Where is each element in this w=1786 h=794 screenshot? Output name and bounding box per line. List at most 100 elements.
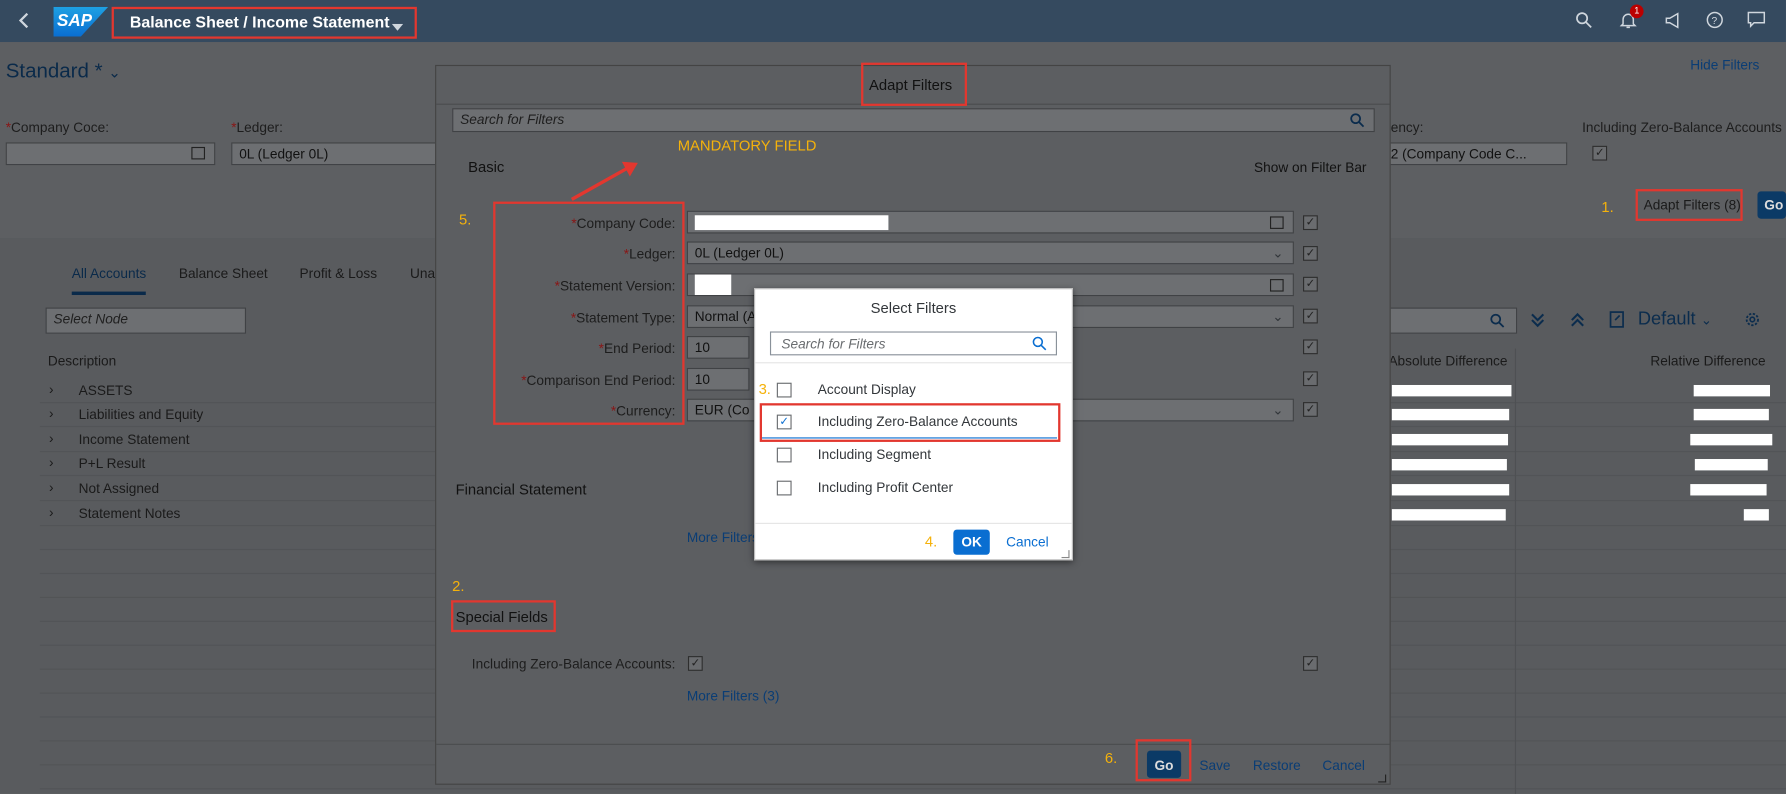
zero-balance-label: Including Zero-Balance Accounts bbox=[1582, 119, 1782, 136]
megaphone-icon[interactable] bbox=[1664, 11, 1682, 29]
zero-balance-field-label: Including Zero-Balance Accounts: bbox=[471, 656, 676, 673]
redacted-value bbox=[1391, 408, 1510, 421]
zero-balance-field-checkbox[interactable]: ✓ bbox=[687, 656, 703, 671]
chevron-right-icon[interactable]: › bbox=[49, 431, 54, 447]
chevron-down-icon[interactable]: ⌄ bbox=[1272, 309, 1283, 325]
show-on-bar-checkbox[interactable]: ✓ bbox=[1303, 308, 1318, 324]
chevron-down-icon[interactable]: ⌄ bbox=[1272, 402, 1283, 418]
layout-icon[interactable] bbox=[1609, 311, 1626, 334]
end-period-label: *End Period: bbox=[598, 340, 676, 357]
filter-option-segment[interactable]: Including Segment bbox=[754, 439, 1073, 471]
select-node-dropdown[interactable]: Select Node bbox=[45, 307, 247, 334]
show-on-bar-checkbox[interactable]: ✓ bbox=[1303, 246, 1318, 261]
zero-balance-checkbox[interactable]: ✓ bbox=[1592, 145, 1608, 161]
chevron-down-icon[interactable]: ⌄ bbox=[1272, 245, 1283, 261]
dialog-save-button[interactable]: Save bbox=[1199, 757, 1230, 773]
dialog-restore-button[interactable]: Restore bbox=[1253, 757, 1301, 773]
comparison-end-period-label: *Comparison End Period: bbox=[521, 372, 676, 389]
column-description[interactable]: Description bbox=[48, 353, 116, 369]
ledger-label-text: Ledger: bbox=[236, 119, 283, 136]
more-filters-special-link[interactable]: More Filters (3) bbox=[687, 688, 780, 704]
dialog-go-button[interactable]: Go bbox=[1146, 750, 1182, 778]
back-icon[interactable] bbox=[16, 11, 32, 29]
tab-unassigned[interactable]: Una bbox=[410, 256, 435, 295]
statement-type-label: *Statement Type: bbox=[570, 309, 676, 326]
collapse-all-icon[interactable] bbox=[1570, 312, 1586, 334]
zero-balance-option-box bbox=[759, 403, 1061, 442]
filter-option-profit-center[interactable]: Including Profit Center bbox=[754, 472, 1073, 504]
comparison-end-period-label-text: Comparison End Period: bbox=[526, 372, 676, 389]
select-filters-search[interactable]: Search for Filters bbox=[769, 331, 1057, 356]
row-label: P+L Result bbox=[78, 455, 146, 472]
chevron-right-icon[interactable]: › bbox=[49, 505, 54, 521]
redacted-value bbox=[1690, 433, 1773, 446]
ledger-field[interactable]: 0L (Ledger 0L) bbox=[686, 241, 1294, 265]
dialog-search-input[interactable]: Search for Filters bbox=[452, 108, 1375, 133]
search-icon[interactable] bbox=[1350, 113, 1365, 134]
dialog-footer-divider bbox=[436, 743, 1390, 745]
settings-gear-icon[interactable] bbox=[1744, 311, 1761, 334]
filter-option-label: Including Segment bbox=[817, 446, 932, 463]
filter-option-account-display[interactable]: Account Display bbox=[754, 374, 1073, 406]
expand-all-icon[interactable] bbox=[1530, 312, 1546, 334]
show-on-bar-checkbox[interactable]: ✓ bbox=[1303, 371, 1318, 387]
value-help-icon[interactable] bbox=[1269, 279, 1284, 292]
tab-all-accounts[interactable]: All Accounts bbox=[71, 256, 147, 296]
sap-logo[interactable]: SAP bbox=[53, 6, 109, 37]
search-icon[interactable] bbox=[1032, 336, 1047, 357]
filter-option-checkbox[interactable] bbox=[776, 382, 792, 398]
filter-option-checkbox[interactable] bbox=[776, 447, 792, 463]
end-period-field[interactable]: 10 bbox=[686, 336, 750, 359]
chevron-right-icon[interactable]: › bbox=[49, 454, 54, 470]
show-on-bar-checkbox[interactable]: ✓ bbox=[1303, 656, 1318, 671]
value-help-icon[interactable] bbox=[1269, 216, 1284, 229]
show-on-bar-checkbox[interactable]: ✓ bbox=[1303, 215, 1318, 231]
select-ok-button[interactable]: OK bbox=[953, 529, 990, 555]
default-view-selector[interactable]: Default ⌄ bbox=[1638, 310, 1712, 331]
hide-filters-link[interactable]: Hide Filters bbox=[1690, 57, 1759, 73]
more-filters-link[interactable]: More Filters bbox=[687, 530, 759, 546]
show-on-bar-checkbox[interactable]: ✓ bbox=[1303, 276, 1318, 292]
company-code-input[interactable] bbox=[5, 142, 216, 166]
tab-balance-sheet[interactable]: Balance Sheet bbox=[179, 256, 268, 295]
ledger-select[interactable]: 0L (Ledger 0L) bbox=[231, 142, 437, 166]
currency-select[interactable]: 2 (Company Code C... bbox=[1382, 142, 1568, 166]
show-on-bar-checkbox[interactable]: ✓ bbox=[1303, 339, 1318, 355]
search-icon[interactable] bbox=[1575, 11, 1592, 28]
redacted-value bbox=[1391, 433, 1509, 446]
dialog-title: Adapt Filters bbox=[869, 76, 953, 94]
chat-icon[interactable] bbox=[1747, 11, 1766, 28]
column-relative-difference[interactable]: Relative Difference bbox=[1650, 353, 1765, 369]
comparison-end-period-field[interactable]: 10 bbox=[686, 367, 750, 391]
row-label: Liabilities and Equity bbox=[78, 406, 204, 423]
help-icon[interactable]: ? bbox=[1706, 11, 1723, 29]
search-icon[interactable] bbox=[1490, 313, 1505, 334]
go-button[interactable]: Go bbox=[1757, 191, 1786, 219]
dialog-cancel-button[interactable]: Cancel bbox=[1322, 757, 1365, 773]
tab-profit-loss[interactable]: Profit & Loss bbox=[300, 256, 377, 295]
resize-handle-icon[interactable] bbox=[1378, 774, 1387, 783]
select-cancel-button[interactable]: Cancel bbox=[1002, 534, 1052, 550]
tab-bar: All Accounts Balance Sheet Profit & Loss… bbox=[40, 256, 435, 296]
variant-selector[interactable]: Standard * ⌄ bbox=[6, 59, 121, 83]
chevron-right-icon[interactable]: › bbox=[49, 480, 54, 496]
value-help-icon[interactable] bbox=[191, 146, 206, 160]
financial-statement-group-title: Financial Statement bbox=[455, 480, 587, 498]
statement-version-label-text: Statement Version: bbox=[559, 277, 676, 294]
step-6-label: 6. bbox=[1104, 749, 1118, 767]
redacted-value bbox=[694, 274, 732, 296]
column-absolute-difference[interactable]: Absolute Difference bbox=[1388, 353, 1507, 369]
app-title-dropdown-icon[interactable] bbox=[391, 16, 404, 37]
ledger-field-label-text: Ledger: bbox=[629, 246, 676, 262]
svg-text:?: ? bbox=[1711, 16, 1717, 27]
chevron-right-icon[interactable]: › bbox=[49, 382, 54, 398]
chevron-right-icon[interactable]: › bbox=[49, 405, 54, 421]
show-on-bar-checkbox[interactable]: ✓ bbox=[1303, 402, 1318, 417]
adapt-filters-button[interactable]: Adapt Filters (8) bbox=[1644, 197, 1741, 213]
app-title[interactable]: Balance Sheet / Income Statement bbox=[130, 13, 390, 31]
company-code-field-label-text: Company Code: bbox=[576, 215, 676, 232]
filter-option-checkbox[interactable] bbox=[776, 480, 792, 496]
statement-type-label-text: Statement Type: bbox=[576, 309, 676, 326]
resize-handle-icon[interactable] bbox=[1061, 550, 1070, 559]
mandatory-annotation: MANDATORY FIELD bbox=[677, 136, 817, 154]
